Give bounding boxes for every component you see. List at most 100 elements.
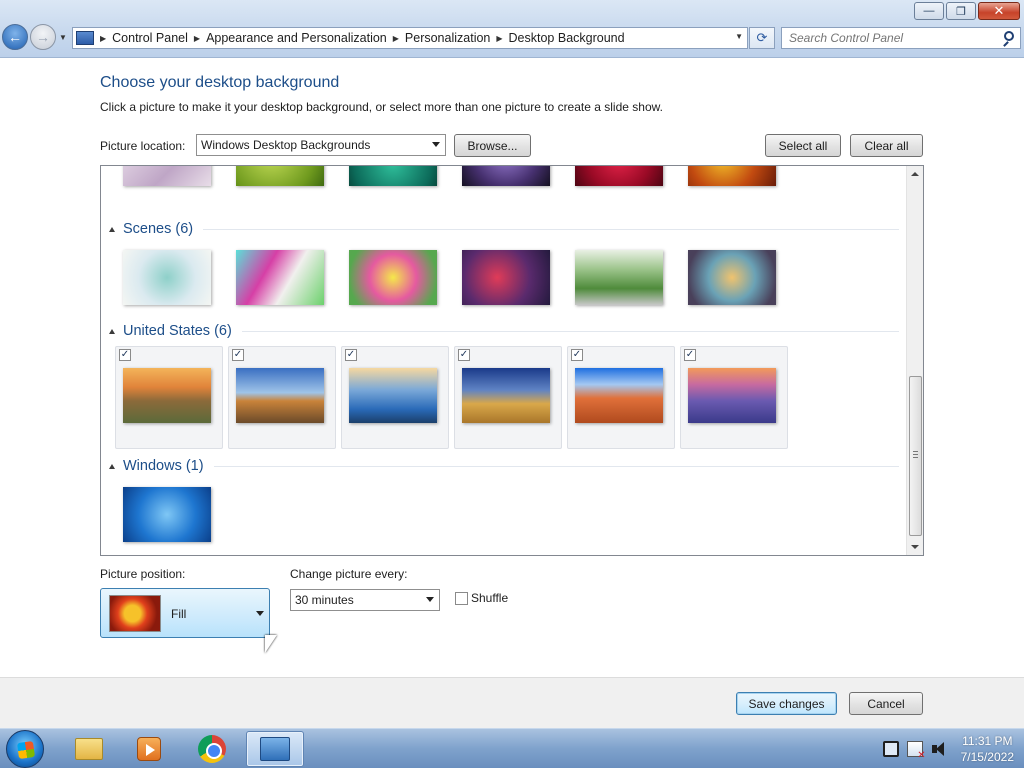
taskbar-file-explorer[interactable] bbox=[60, 731, 118, 767]
change-interval-value: 30 minutes bbox=[295, 593, 354, 607]
collapse-triangle-icon[interactable] bbox=[109, 226, 115, 232]
wallpaper-checkbox[interactable]: ✓ bbox=[684, 349, 696, 361]
wallpaper-thumbnail[interactable] bbox=[236, 166, 324, 186]
wallpaper-thumbnail[interactable] bbox=[236, 250, 324, 305]
wallpaper-thumbnail[interactable] bbox=[349, 250, 437, 305]
clock-date: 7/15/2022 bbox=[960, 750, 1014, 764]
group-divider bbox=[241, 330, 899, 332]
wallpaper-thumbnail[interactable] bbox=[575, 250, 663, 305]
wallpaper-thumbnail[interactable] bbox=[462, 166, 550, 186]
wallpaper-checkbox[interactable]: ✓ bbox=[458, 349, 470, 361]
wallpaper-gallery[interactable]: Scenes (6) United States (6) ✓ ✓ ✓ ✓ ✓ ✓… bbox=[100, 165, 924, 556]
group-title: United States (6) bbox=[123, 323, 232, 339]
shuffle-label[interactable]: Shuffle bbox=[471, 591, 508, 605]
arrow-right-icon: → bbox=[36, 29, 50, 45]
group-title: Scenes (6) bbox=[123, 221, 194, 237]
chevron-right-icon[interactable]: ▶ bbox=[194, 34, 200, 43]
breadcrumb-appearance[interactable]: Appearance and Personalization bbox=[206, 31, 387, 45]
action-center-flag-icon[interactable] bbox=[906, 741, 926, 761]
clear-all-button[interactable]: Clear all bbox=[850, 134, 923, 157]
restore-button[interactable]: ❐ bbox=[946, 2, 976, 20]
back-button[interactable]: ← bbox=[2, 24, 28, 50]
shuffle-checkbox[interactable] bbox=[455, 592, 468, 605]
group-header-scenes[interactable]: Scenes (6) bbox=[109, 221, 899, 237]
group-header-windows[interactable]: Windows (1) bbox=[109, 458, 899, 474]
minimize-button[interactable]: — bbox=[914, 2, 944, 20]
window-titlebar: — ❐ ✕ ← → ▼ ▶ Control Panel ▶ Appearance… bbox=[0, 0, 1024, 58]
chevron-down-icon bbox=[432, 142, 440, 147]
wallpaper-thumbnail[interactable] bbox=[349, 368, 437, 423]
wallpaper-thumbnail[interactable] bbox=[236, 368, 324, 423]
wallpaper-thumbnail[interactable] bbox=[575, 166, 663, 186]
chevron-down-icon bbox=[426, 597, 434, 602]
scroll-down-icon[interactable] bbox=[911, 545, 919, 549]
breadcrumb-desktop-background[interactable]: Desktop Background bbox=[509, 31, 625, 45]
save-changes-button[interactable]: Save changes bbox=[736, 692, 837, 715]
wallpaper-thumbnail[interactable] bbox=[575, 368, 663, 423]
address-dropdown-icon[interactable]: ▼ bbox=[735, 32, 743, 41]
wallpaper-thumbnail[interactable] bbox=[688, 368, 776, 423]
gallery-scrollbar[interactable] bbox=[906, 166, 923, 555]
chrome-icon bbox=[198, 735, 226, 763]
wallpaper-thumbnail[interactable] bbox=[462, 368, 550, 423]
refresh-button[interactable]: ⟳ bbox=[749, 27, 775, 49]
wallpaper-checkbox[interactable]: ✓ bbox=[571, 349, 583, 361]
window-controls: — ❐ ✕ bbox=[914, 2, 1020, 20]
collapse-triangle-icon[interactable] bbox=[109, 463, 115, 469]
taskbar-media-player[interactable] bbox=[120, 731, 178, 767]
system-clock[interactable]: 11:31 PM 7/15/2022 bbox=[961, 733, 1014, 765]
wallpaper-checkbox[interactable]: ✓ bbox=[232, 349, 244, 361]
mouse-cursor-icon bbox=[265, 635, 277, 653]
group-divider bbox=[213, 465, 899, 467]
search-icon[interactable] bbox=[1004, 31, 1014, 41]
browse-button[interactable]: Browse... bbox=[454, 134, 531, 157]
cancel-button[interactable]: Cancel bbox=[849, 692, 923, 715]
chevron-right-icon[interactable]: ▶ bbox=[393, 34, 399, 43]
network-icon[interactable] bbox=[882, 741, 899, 757]
group-divider bbox=[203, 228, 899, 230]
recent-pages-dropdown[interactable]: ▼ bbox=[59, 33, 67, 42]
picture-location-select[interactable]: Windows Desktop Backgrounds bbox=[196, 134, 446, 156]
select-all-button[interactable]: Select all bbox=[765, 134, 841, 157]
scrollbar-thumb[interactable] bbox=[909, 376, 922, 536]
grip-icon bbox=[913, 451, 918, 458]
system-tray: 11:31 PM 7/15/2022 bbox=[882, 733, 1014, 765]
refresh-icon: ⟳ bbox=[756, 30, 768, 45]
group-header-united-states[interactable]: United States (6) bbox=[109, 323, 899, 339]
wallpaper-thumbnail[interactable] bbox=[123, 250, 211, 305]
picture-position-dropdown[interactable]: Fill bbox=[100, 588, 270, 638]
picture-position-label: Picture position: bbox=[100, 567, 186, 581]
close-button[interactable]: ✕ bbox=[978, 2, 1020, 20]
clock-time: 11:31 PM bbox=[962, 734, 1013, 748]
breadcrumb-control-panel[interactable]: Control Panel bbox=[112, 31, 188, 45]
chevron-down-icon bbox=[256, 611, 264, 616]
search-box[interactable] bbox=[781, 27, 1021, 49]
arrow-left-icon: ← bbox=[8, 29, 22, 45]
wallpaper-thumbnail[interactable] bbox=[123, 368, 211, 423]
breadcrumb-personalization[interactable]: Personalization bbox=[405, 31, 490, 45]
chevron-right-icon[interactable]: ▶ bbox=[496, 34, 502, 43]
wallpaper-thumbnail[interactable] bbox=[688, 166, 776, 186]
wallpaper-checkbox[interactable]: ✓ bbox=[119, 349, 131, 361]
wallpaper-thumbnail[interactable] bbox=[123, 487, 211, 542]
scroll-up-icon[interactable] bbox=[911, 172, 919, 176]
folder-icon bbox=[75, 738, 103, 760]
collapse-triangle-icon[interactable] bbox=[109, 328, 115, 334]
control-panel-icon bbox=[76, 31, 94, 45]
chevron-right-icon[interactable]: ▶ bbox=[100, 34, 106, 43]
taskbar-control-panel[interactable] bbox=[246, 731, 304, 767]
wallpaper-thumbnail[interactable] bbox=[123, 166, 211, 186]
wallpaper-thumbnail[interactable] bbox=[349, 166, 437, 186]
address-bar[interactable]: ▶ Control Panel ▶ Appearance and Persona… bbox=[72, 27, 748, 49]
wallpaper-checkbox[interactable]: ✓ bbox=[345, 349, 357, 361]
change-interval-select[interactable]: 30 minutes bbox=[290, 589, 440, 611]
wallpaper-thumbnail[interactable] bbox=[688, 250, 776, 305]
forward-button[interactable]: → bbox=[30, 24, 56, 50]
start-button[interactable] bbox=[6, 730, 44, 768]
picture-location-label: Picture location: bbox=[100, 139, 186, 153]
search-input[interactable] bbox=[789, 31, 989, 45]
wallpaper-thumbnail[interactable] bbox=[462, 250, 550, 305]
volume-icon[interactable] bbox=[931, 741, 947, 757]
page-title: Choose your desktop background bbox=[100, 74, 340, 91]
taskbar-chrome[interactable] bbox=[183, 731, 241, 767]
